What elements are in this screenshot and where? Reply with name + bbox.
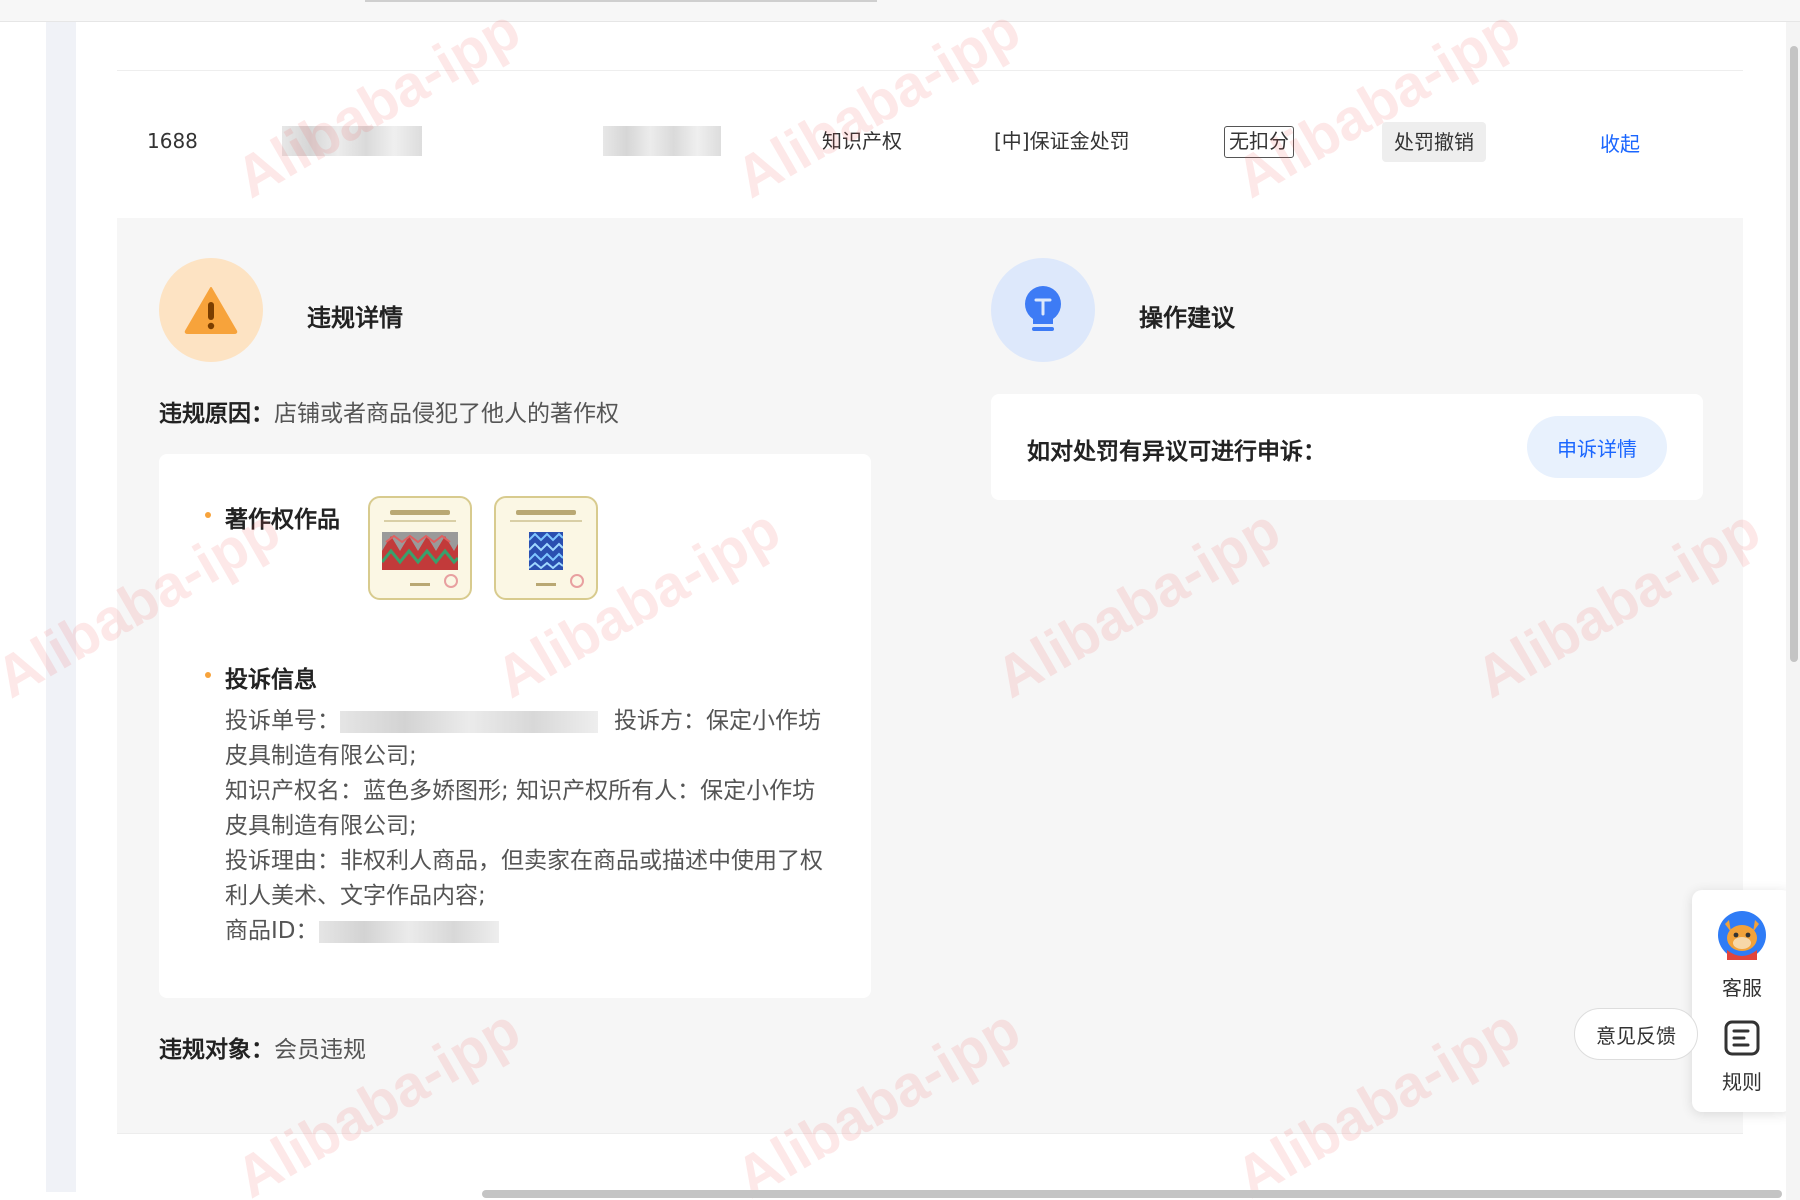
reason-label: 违规原因：	[159, 401, 274, 427]
redacted-product-id	[318, 920, 499, 943]
target-label: 违规对象：	[159, 1037, 274, 1063]
rules-icon	[1724, 1020, 1760, 1056]
blue-pattern-image	[529, 532, 563, 570]
vertical-scrollbar-thumb[interactable]	[1790, 46, 1798, 662]
penalty-record-row: 1688 知识产权 [中]保证金处罚 无扣分 处罚撤销 收起	[117, 98, 1743, 188]
complaint-no-label: 投诉单号：	[225, 708, 340, 734]
complaint-reason-text: 投诉理由：非权利人商品，但卖家在商品或描述中使用了权利人美术、文字作品内容;	[225, 848, 823, 909]
reason-text: 店铺或者商品侵犯了他人的著作权	[274, 401, 619, 427]
copyright-work-thumbnail[interactable]	[368, 496, 472, 600]
violation-title: 违规详情	[307, 304, 403, 332]
violation-detail-card: 著作权作品 投诉信息 投诉单号： 投诉方：保定小作坊皮具制造有限公司; 知识产权…	[159, 454, 871, 998]
appeal-card: 如对处罚有异议可进行申诉： 申诉详情	[991, 394, 1703, 500]
ip-name-text: 知识产权名：蓝色多娇图形;	[225, 778, 509, 804]
penalty-cell: [中]保证金处罚	[994, 129, 1130, 153]
bullet-dot	[205, 672, 211, 678]
browser-top-bar	[0, 0, 1800, 22]
platform-cell: 1688	[147, 129, 198, 153]
appeal-text: 如对处罚有异议可进行申诉：	[1027, 439, 1326, 465]
customer-service-label[interactable]: 客服	[1692, 972, 1792, 1001]
detail-panel: 违规详情 违规原因：店铺或者商品侵犯了他人的著作权 著作权作品 投诉信息 投诉单…	[117, 218, 1743, 1133]
collapse-link[interactable]: 收起	[1600, 128, 1640, 157]
lightbulb-icon-badge	[991, 258, 1095, 362]
complaint-info: 投诉单号： 投诉方：保定小作坊皮具制造有限公司; 知识产权名：蓝色多娇图形; 知识…	[225, 704, 825, 949]
appeal-details-button[interactable]: 申诉详情	[1527, 416, 1667, 478]
lightbulb-icon	[1025, 286, 1061, 331]
tab-indicator	[365, 0, 877, 2]
advice-title: 操作建议	[1139, 304, 1235, 332]
customer-service-button[interactable]	[1717, 910, 1767, 960]
complaint-title: 投诉信息	[225, 667, 317, 693]
works-title: 著作权作品	[225, 507, 340, 533]
panel-bottom-divider	[117, 1133, 1743, 1134]
feedback-button[interactable]: 意见反馈	[1574, 1008, 1698, 1060]
red-pattern-image	[382, 532, 458, 570]
horizontal-scrollbar-thumb[interactable]	[482, 1190, 1782, 1198]
category-cell: 知识产权	[822, 129, 902, 153]
warning-icon-badge	[159, 258, 263, 362]
customer-service-icon	[1718, 911, 1766, 960]
warning-icon	[184, 287, 238, 334]
redacted-date	[603, 126, 721, 156]
rules-button[interactable]	[1724, 1020, 1760, 1056]
bullet-dot	[205, 512, 211, 518]
floating-toolbar: 客服 规则	[1692, 890, 1792, 1112]
violation-reason: 违规原因：店铺或者商品侵犯了他人的著作权	[159, 394, 619, 428]
target-text: 会员违规	[274, 1037, 366, 1063]
violation-target: 违规对象：会员违规	[159, 1030, 366, 1064]
status-badge: 处罚撤销	[1382, 122, 1486, 162]
left-gutter	[46, 22, 76, 1192]
redacted-complaint-no	[340, 710, 598, 733]
rules-label[interactable]: 规则	[1692, 1066, 1792, 1095]
copyright-work-thumbnail[interactable]	[494, 496, 598, 600]
product-id-label: 商品ID：	[225, 918, 319, 944]
redacted-id	[282, 126, 422, 156]
score-tag: 无扣分	[1224, 126, 1294, 158]
row-divider	[117, 70, 1743, 71]
